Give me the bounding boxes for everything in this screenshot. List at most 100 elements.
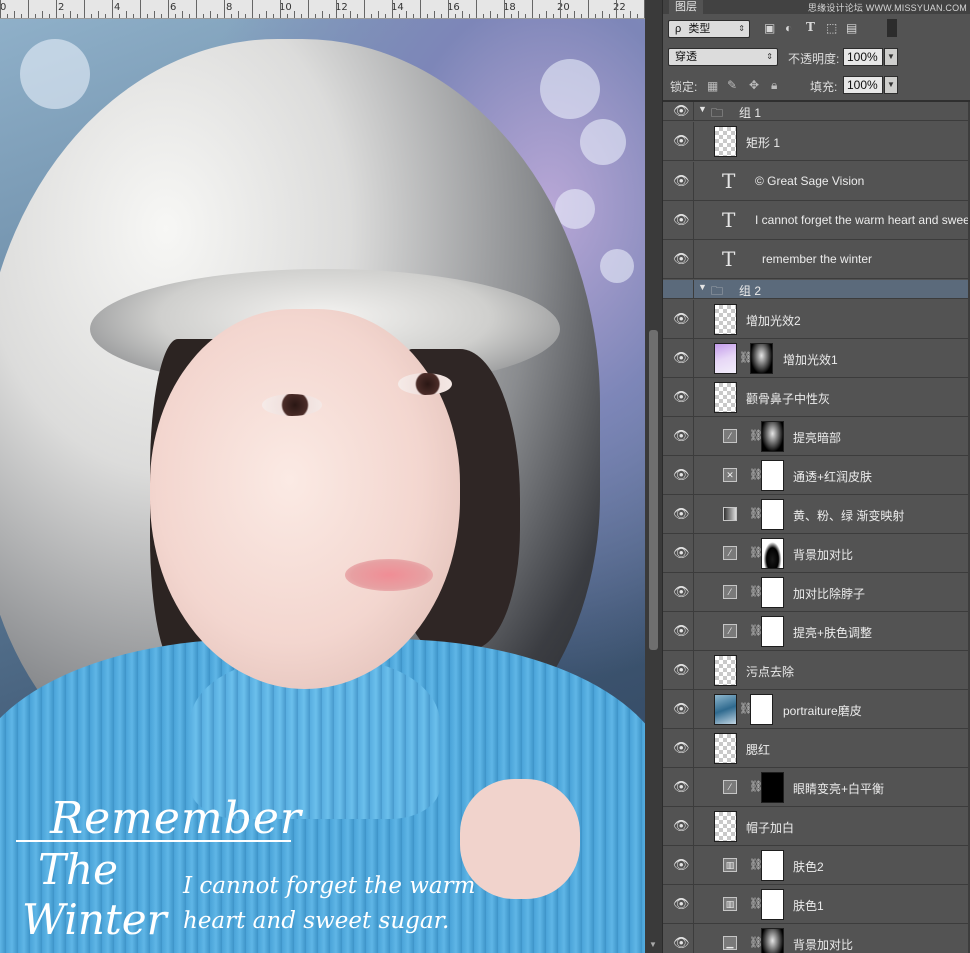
filter-kind-select[interactable]: ρ 类型 ⇕ xyxy=(668,20,750,38)
fill-slider-toggle[interactable]: ▼ xyxy=(884,76,898,94)
layer-eyes-white-balance[interactable]: 👁︎ ⁄ ⛓︎ 眼睛变亮+白平衡 xyxy=(663,768,970,807)
eye-icon[interactable]: 👁︎ xyxy=(673,428,690,444)
layer-brighten-shadows[interactable]: 👁︎ ⁄ ⛓︎ 提亮暗部 xyxy=(663,417,970,456)
layer-mask-thumbnail[interactable] xyxy=(761,850,784,881)
lock-position-move-icon[interactable]: ✥ xyxy=(749,78,759,92)
visibility-toggle[interactable]: 👁︎ xyxy=(663,162,694,200)
visibility-toggle[interactable]: 👁︎ xyxy=(663,924,694,953)
layer-mask-thumbnail[interactable] xyxy=(761,928,784,953)
eye-icon[interactable]: 👁︎ xyxy=(673,212,690,228)
layer-skin-tone-2[interactable]: 👁︎ ▥ ⛓︎ 肤色2 xyxy=(663,846,970,885)
text-filter-icon[interactable]: T xyxy=(806,20,815,34)
layer-portraiture-smoothing[interactable]: 👁︎ ⛓︎ portraiture磨皮 xyxy=(663,690,970,729)
fill-input[interactable]: 100% xyxy=(843,76,883,94)
scrollbar-thumb[interactable] xyxy=(649,330,658,650)
visibility-toggle[interactable]: 👁︎ xyxy=(663,573,694,611)
opacity-slider-toggle[interactable]: ▼ xyxy=(884,48,898,66)
eye-icon[interactable]: 👁︎ xyxy=(673,350,690,366)
layer-spot-removal[interactable]: 👁︎ 污点去除 xyxy=(663,651,970,690)
caret-down-icon[interactable]: ▼ xyxy=(698,104,707,114)
eye-icon[interactable]: 👁︎ xyxy=(673,506,690,522)
visibility-toggle[interactable]: 👁︎ xyxy=(663,885,694,923)
eye-icon[interactable]: 👁︎ xyxy=(673,896,690,912)
layer-mask-thumbnail[interactable] xyxy=(750,343,773,374)
layer-dodge-burn-gray[interactable]: 👁︎ 颧骨鼻子中性灰 xyxy=(663,378,970,417)
layer-mask-thumbnail[interactable] xyxy=(761,421,784,452)
canvas-vertical-scrollbar[interactable]: ▼ xyxy=(645,0,662,953)
filter-toggle-switch[interactable] xyxy=(887,19,897,37)
visibility-toggle[interactable] xyxy=(663,280,694,298)
eye-icon[interactable]: 👁︎ xyxy=(673,133,690,149)
layer-mask-thumbnail[interactable] xyxy=(761,889,784,920)
layer-mask-thumbnail[interactable] xyxy=(761,577,784,608)
eye-icon[interactable]: 👁︎ xyxy=(673,545,690,561)
scroll-down-arrow-icon[interactable]: ▼ xyxy=(649,940,657,949)
layer-light-effect-2[interactable]: 👁︎ 增加光效2 xyxy=(663,300,970,339)
adjustment-filter-icon[interactable]: ◐ xyxy=(785,21,792,35)
visibility-toggle[interactable]: 👁︎ xyxy=(663,495,694,533)
tab-layers[interactable]: 图层 xyxy=(669,0,703,14)
visibility-toggle[interactable]: 👁︎ xyxy=(663,612,694,650)
layer-mask-thumbnail[interactable] xyxy=(761,538,784,569)
eye-icon[interactable]: 👁︎ xyxy=(673,173,690,189)
layer-background-contrast[interactable]: 👁︎ ⁄ ⛓︎ 背景加对比 xyxy=(663,534,970,573)
eye-icon[interactable]: 👁︎ xyxy=(673,662,690,678)
document-image[interactable]: Remember The Winter I cannot forget the … xyxy=(0,19,645,953)
visibility-toggle[interactable]: 👁︎ xyxy=(663,768,694,806)
visibility-toggle[interactable]: 👁︎ xyxy=(663,534,694,572)
lock-all-icon[interactable]: 🔒︎ xyxy=(771,78,777,93)
visibility-toggle[interactable]: 👁︎ xyxy=(663,201,694,239)
layer-gradient-map[interactable]: 👁︎ ⛓︎ 黄、粉、绿 渐变映射 xyxy=(663,495,970,534)
visibility-toggle[interactable]: 👁︎ xyxy=(663,690,694,728)
lock-image-pixels-brush-icon[interactable]: ✎ xyxy=(727,78,737,92)
smart-object-filter-icon[interactable]: ▤ xyxy=(846,21,857,35)
eye-icon[interactable]: 👁︎ xyxy=(673,623,690,639)
visibility-toggle[interactable]: 👁︎ xyxy=(663,807,694,845)
layer-group-1[interactable]: 👁︎ ▼ 🗀 组 1 xyxy=(663,102,970,121)
layer-light-effect-1[interactable]: 👁︎ ⛓︎ 增加光效1 xyxy=(663,339,970,378)
shape-filter-icon[interactable]: ⬚ xyxy=(826,21,837,35)
layer-brighten-skin-tone[interactable]: 👁︎ ⁄ ⛓︎ 提亮+肤色调整 xyxy=(663,612,970,651)
layer-skin-tone-1[interactable]: 👁︎ ▥ ⛓︎ 肤色1 xyxy=(663,885,970,924)
horizontal-ruler[interactable]: 0 2 4 6 8 10 12 14 16 18 20 22 xyxy=(0,0,645,19)
eye-icon[interactable]: 👁︎ xyxy=(673,311,690,327)
eye-icon[interactable]: 👁︎ xyxy=(673,584,690,600)
lock-transparent-pixels-icon[interactable]: ▦ xyxy=(707,79,718,93)
visibility-toggle[interactable]: 👁︎ xyxy=(663,729,694,767)
image-filter-icon[interactable]: ▣ xyxy=(764,21,775,35)
eye-icon[interactable]: 👁︎ xyxy=(673,389,690,405)
eye-icon[interactable]: 👁︎ xyxy=(673,818,690,834)
visibility-toggle[interactable]: 👁︎ xyxy=(663,122,694,160)
visibility-toggle[interactable]: 👁︎ xyxy=(663,456,694,494)
layer-mask-thumbnail[interactable] xyxy=(761,616,784,647)
visibility-toggle[interactable]: 👁︎ xyxy=(663,846,694,884)
eye-icon[interactable]: 👁︎ xyxy=(673,701,690,717)
canvas-area[interactable]: 0 2 4 6 8 10 12 14 16 18 20 22 Remember … xyxy=(0,0,662,953)
layer-group-2[interactable]: ▼ 🗀 组 2 xyxy=(663,280,970,299)
visibility-toggle[interactable]: 👁︎ xyxy=(663,240,694,278)
layer-mask-thumbnail[interactable] xyxy=(750,694,773,725)
layer-blush[interactable]: 👁︎ 腮红 xyxy=(663,729,970,768)
eye-icon[interactable]: 👁︎ xyxy=(673,779,690,795)
blend-mode-select[interactable]: 穿透 ⇕ xyxy=(668,48,778,66)
eye-icon[interactable]: 👁︎ xyxy=(673,857,690,873)
eye-icon[interactable]: 👁︎ xyxy=(673,103,690,119)
layer-text-title[interactable]: 👁︎ T remember the winter xyxy=(663,240,970,279)
layer-background-contrast-2[interactable]: 👁︎ ▁ ⛓︎ 背景加对比 xyxy=(663,924,970,953)
layer-rect1[interactable]: 👁︎ 矩形 1 xyxy=(663,122,970,161)
visibility-toggle[interactable]: 👁︎ xyxy=(663,300,694,338)
layer-hat-whiten[interactable]: 👁︎ 帽子加白 xyxy=(663,807,970,846)
visibility-toggle[interactable]: 👁︎ xyxy=(663,339,694,377)
eye-icon[interactable]: 👁︎ xyxy=(673,740,690,756)
layer-mask-thumbnail[interactable] xyxy=(761,772,784,803)
visibility-toggle[interactable]: 👁︎ xyxy=(663,417,694,455)
caret-down-icon[interactable]: ▼ xyxy=(698,282,707,292)
visibility-toggle[interactable]: 👁︎ xyxy=(663,651,694,689)
visibility-toggle[interactable]: 👁︎ xyxy=(663,102,694,120)
layer-text-caption[interactable]: 👁︎ T I cannot forget the warm heart and … xyxy=(663,201,970,240)
visibility-toggle[interactable]: 👁︎ xyxy=(663,378,694,416)
layer-contrast-except-neck[interactable]: 👁︎ ⁄ ⛓︎ 加对比除脖子 xyxy=(663,573,970,612)
opacity-input[interactable]: 100% xyxy=(843,48,883,66)
layer-mask-thumbnail[interactable] xyxy=(761,499,784,530)
eye-icon[interactable]: 👁︎ xyxy=(673,935,690,951)
